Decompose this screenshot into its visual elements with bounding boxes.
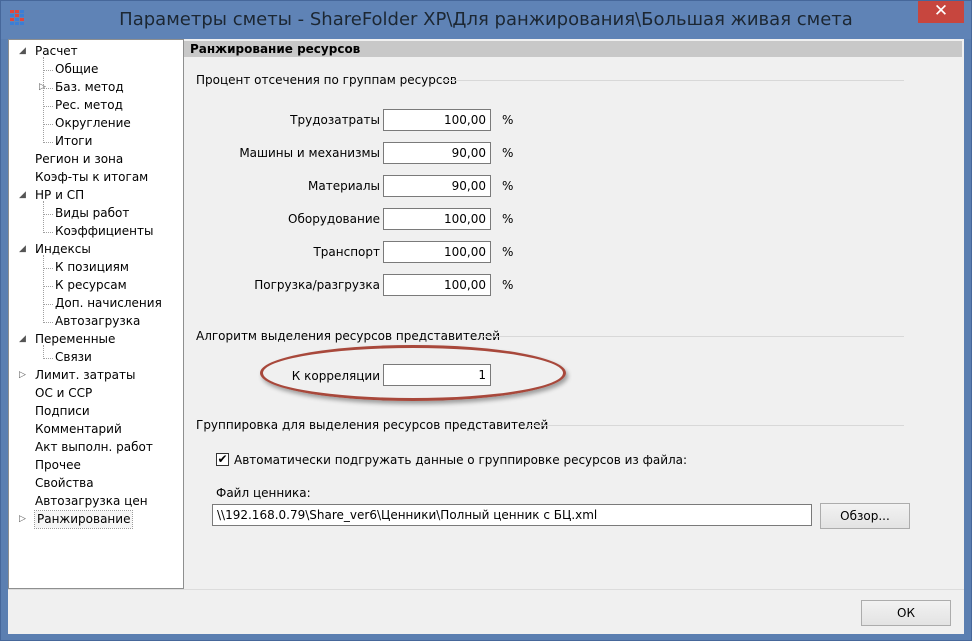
tree-item[interactable]: Доп. начисления — [55, 295, 162, 312]
button-bar: ОК — [8, 589, 964, 634]
cutoff-row-unit: % — [502, 113, 514, 127]
tree-item[interactable]: Рес. метод — [55, 97, 123, 114]
tree-item[interactable]: Связи — [55, 349, 92, 366]
cutoff-group-line — [442, 80, 904, 81]
tree-item[interactable]: Переменные — [35, 331, 115, 348]
cutoff-row-unit: % — [502, 146, 514, 160]
dialog-client: ◢ Расчет Общие ▷ Баз. метод Рес. метод Округле… — [8, 39, 964, 634]
tree-item[interactable]: К позициям — [55, 259, 129, 276]
cutoff-row-input[interactable]: 90,00 — [383, 142, 491, 164]
tree-connector — [43, 255, 44, 323]
cutoff-row-label: Машины и механизмы — [239, 146, 380, 160]
panel-header: Ранжирование ресурсов — [184, 41, 962, 57]
tree-connector — [43, 214, 53, 215]
tree-item[interactable]: Округление — [55, 115, 131, 132]
settings-tree[interactable]: ◢ Расчет Общие ▷ Баз. метод Рес. метод Округле… — [8, 39, 184, 589]
tree-connector — [43, 124, 53, 125]
tree-collapse-icon[interactable]: ◢ — [19, 43, 29, 57]
browse-button[interactable]: Обзор... — [820, 503, 910, 529]
tree-item[interactable]: Акт выполн. работ — [35, 439, 153, 456]
tree-expand-icon[interactable]: ▷ — [19, 511, 29, 525]
tree-item[interactable]: Итоги — [55, 133, 92, 150]
cutoff-row-input[interactable]: 90,00 — [383, 175, 491, 197]
cutoff-row-label: Трудозатраты — [290, 113, 380, 127]
tree-connector — [43, 88, 53, 89]
grouping-group-title: Группировка для выделения ресурсов предс… — [196, 418, 549, 432]
tree-item[interactable]: Автозагрузка — [55, 313, 140, 330]
tree-item[interactable]: Подписи — [35, 403, 90, 420]
tree-item[interactable]: Автозагрузка цен — [35, 493, 148, 510]
highlight-ellipse — [260, 345, 566, 401]
ok-button[interactable]: ОК — [861, 600, 951, 626]
tree-connector — [43, 286, 53, 287]
cutoff-row-label: Оборудование — [288, 212, 380, 226]
algorithm-group-line — [482, 336, 904, 337]
tree-expand-icon[interactable]: ▷ — [19, 367, 29, 381]
tree-item[interactable]: Расчет — [35, 43, 78, 60]
cutoff-row-label: Погрузка/разгрузка — [254, 278, 380, 292]
tree-connector — [43, 57, 44, 143]
cutoff-row-unit: % — [502, 212, 514, 226]
dialog-window: Параметры сметы - ShareFolder XP\Для ран… — [0, 0, 972, 641]
tree-item[interactable]: Ранжирование — [33, 510, 134, 529]
cutoff-row-input[interactable]: 100,00 — [383, 274, 491, 296]
tree-item[interactable]: Коэф-ты к итогам — [35, 169, 148, 186]
settings-panel: Ранжирование ресурсов Процент отсечения … — [184, 39, 964, 589]
tree-collapse-icon[interactable]: ◢ — [19, 187, 29, 201]
tree-item[interactable]: Общие — [55, 61, 98, 78]
cutoff-row-label: Материалы — [308, 179, 380, 193]
tree-item[interactable]: Коэффициенты — [55, 223, 153, 240]
window-title: Параметры сметы - ShareFolder XP\Для ран… — [119, 9, 853, 30]
tree-item[interactable]: Регион и зона — [35, 151, 123, 168]
tree-item[interactable]: Баз. метод — [55, 79, 124, 96]
cutoff-row-unit: % — [502, 245, 514, 259]
tree-item[interactable]: Лимит. затраты — [35, 367, 135, 384]
cutoff-row-input[interactable]: 100,00 — [383, 109, 491, 131]
auto-load-label[interactable]: Автоматически подгружать данные о группи… — [234, 453, 687, 467]
tree-item[interactable]: Прочее — [35, 457, 81, 474]
cutoff-row-input[interactable]: 100,00 — [383, 241, 491, 263]
cutoff-row-input[interactable]: 100,00 — [383, 208, 491, 230]
tree-item[interactable]: К ресурсам — [55, 277, 127, 294]
tree-connector — [43, 201, 44, 233]
file-label: Файл ценника: — [216, 486, 311, 500]
tree-connector — [43, 142, 53, 143]
close-button[interactable]: ✕ — [918, 1, 964, 23]
tree-item[interactable]: Виды работ — [55, 205, 129, 222]
cutoff-row-unit: % — [502, 278, 514, 292]
tree-collapse-icon[interactable]: ◢ — [19, 331, 29, 345]
tree-connector — [43, 304, 53, 305]
tree-item[interactable]: Свойства — [35, 475, 94, 492]
algorithm-group-title: Алгоритм выделения ресурсов представител… — [196, 329, 501, 343]
tree-connector — [43, 232, 53, 233]
cutoff-group-title: Процент отсечения по группам ресурсов — [196, 73, 457, 87]
cutoff-row-unit: % — [502, 179, 514, 193]
title-bar[interactable]: Параметры сметы - ShareFolder XP\Для ран… — [1, 1, 971, 39]
tree-connector — [43, 345, 44, 359]
tree-connector — [43, 358, 53, 359]
checkmark-icon: ✔ — [217, 452, 228, 466]
tree-connector — [43, 322, 53, 323]
close-icon: ✕ — [933, 1, 949, 21]
grouping-group-line — [528, 425, 904, 426]
file-path-input[interactable]: \\192.168.0.79\Share_ver6\Ценники\Полный… — [212, 504, 812, 526]
tree-connector — [43, 106, 53, 107]
tree-item[interactable]: Комментарий — [35, 421, 122, 438]
auto-load-checkbox[interactable]: ✔ — [216, 453, 229, 466]
tree-item[interactable]: ОС и ССР — [35, 385, 92, 402]
tree-connector — [43, 70, 53, 71]
tree-collapse-icon[interactable]: ◢ — [19, 241, 29, 255]
tree-expand-icon[interactable]: ▷ — [39, 79, 49, 93]
tree-connector — [43, 268, 53, 269]
cutoff-row-label: Транспорт — [313, 245, 380, 259]
